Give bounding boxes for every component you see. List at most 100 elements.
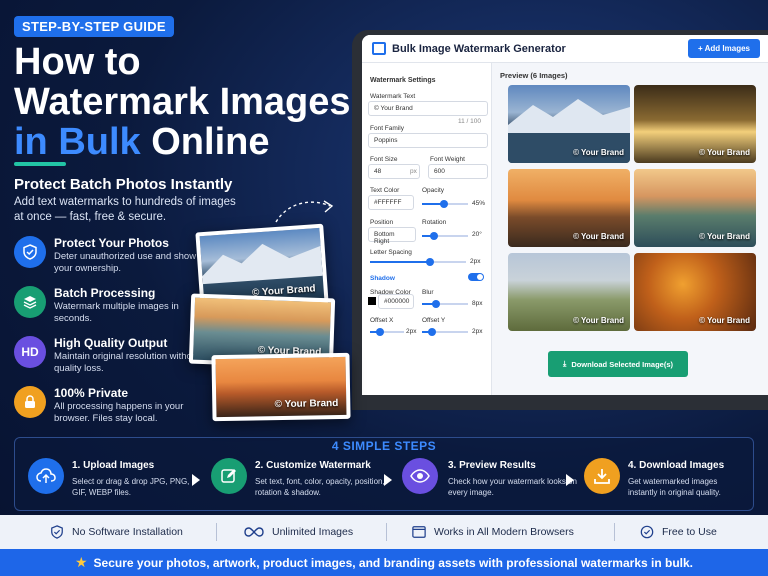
blur-value: 8px xyxy=(472,300,483,307)
feature-quality: HD High Quality Output Maintain original… xyxy=(14,336,214,376)
watermark-text-input[interactable]: © Your Brand xyxy=(368,101,488,116)
benefit-label: Free to Use xyxy=(662,526,717,538)
curved-arrow-icon xyxy=(275,200,334,223)
feature-title: Batch Processing xyxy=(54,286,156,300)
guide-badge: STEP-BY-STEP GUIDE xyxy=(14,16,174,37)
step-desc: Set text, font, color, opacity, position… xyxy=(255,477,385,497)
font-family-label: Font Family xyxy=(370,125,404,132)
rotation-value: 20° xyxy=(472,231,482,238)
step-desc: Get watermarked images instantly in orig… xyxy=(628,477,721,497)
step-title: 1. Upload Images xyxy=(72,460,155,471)
opacity-label: Opacity xyxy=(422,187,445,194)
benefit-divider xyxy=(386,523,387,541)
letter-spacing-label: Letter Spacing xyxy=(370,249,412,256)
rotation-slider[interactable] xyxy=(422,232,468,240)
hero-title: How to Watermark Images in Bulk Online xyxy=(14,42,364,162)
steps-heading: 4 SIMPLE STEPS xyxy=(331,439,437,453)
font-size-unit: px xyxy=(410,168,417,175)
add-images-button[interactable]: + Add Images xyxy=(688,39,760,58)
feature-title: 100% Private xyxy=(54,386,129,400)
font-weight-label: Font Weight xyxy=(430,156,465,163)
step-arrow-icon xyxy=(192,474,200,486)
offset-y-slider[interactable] xyxy=(422,328,468,336)
step-title: 4. Download Images xyxy=(628,460,725,471)
footer-text: Secure your photos, artwork, product ima… xyxy=(93,555,694,570)
benefit-label: Unlimited Images xyxy=(272,526,354,538)
layers-icon xyxy=(14,286,46,318)
settings-title: Watermark Settings xyxy=(370,77,436,84)
hero-title-line2: Watermark Images xyxy=(14,81,351,123)
benefit-divider xyxy=(614,523,615,541)
blur-label: Blur xyxy=(422,289,434,296)
font-weight-select[interactable]: 600 xyxy=(428,164,488,179)
edit-icon xyxy=(211,458,247,494)
char-count: 11 / 100 xyxy=(458,118,482,125)
floating-watermark: © Your Brand xyxy=(274,398,339,411)
opacity-slider[interactable] xyxy=(422,200,468,208)
preview-title: Preview (6 Images) xyxy=(500,71,568,80)
feature-batch: Batch Processing Watermark multiple imag… xyxy=(14,286,214,326)
offset-x-label: Offset X xyxy=(370,317,394,324)
hero-title-line3: in Bulk Online xyxy=(14,122,364,162)
preview-watermark: © Your Brand xyxy=(699,232,750,241)
feature-desc: All processing happens in your browser. … xyxy=(54,401,184,424)
benefit-unlimited: Unlimited Images xyxy=(244,515,353,549)
lock-icon xyxy=(14,386,46,418)
shadow-color-input[interactable]: #000000 xyxy=(378,294,414,309)
step-desc: Select or drag & drop JPG, PNG, GIF, WEB… xyxy=(72,477,190,497)
download-selected-button[interactable]: ⤓ Download Selected Image(s) xyxy=(548,351,688,377)
cloud-upload-icon xyxy=(28,458,64,494)
benefit-label: No Software Installation xyxy=(72,526,183,538)
app-window: Bulk Image Watermark Generator + Add Ima… xyxy=(362,35,768,395)
shield-icon xyxy=(51,525,63,539)
letter-spacing-value: 2px xyxy=(470,258,481,265)
blur-slider[interactable] xyxy=(422,300,468,308)
footer-banner: ★ Secure your photos, artwork, product i… xyxy=(0,549,768,576)
text-color-input[interactable]: #FFFFFF xyxy=(368,195,414,210)
position-select[interactable]: Bottom Right xyxy=(368,227,416,245)
shadow-color-swatch[interactable] xyxy=(368,297,376,305)
app-header: Bulk Image Watermark Generator + Add Ima… xyxy=(362,35,768,63)
step-arrow-icon xyxy=(566,474,574,486)
shadow-toggle[interactable] xyxy=(468,273,484,281)
font-family-select[interactable]: Poppins xyxy=(368,133,488,148)
feature-desc: Maintain original resolution without qua… xyxy=(54,351,200,374)
offset-y-label: Offset Y xyxy=(422,317,446,324)
hd-icon: HD xyxy=(14,336,46,368)
offset-x-slider[interactable] xyxy=(370,328,404,336)
floating-photo-sunset: © Your Brand xyxy=(211,352,351,422)
app-title: Bulk Image Watermark Generator xyxy=(392,43,566,55)
preview-image-2[interactable]: © Your Brand xyxy=(634,85,756,163)
step-title: 3. Preview Results xyxy=(448,460,536,471)
preview-image-6[interactable]: © Your Brand xyxy=(634,253,756,331)
preview-watermark: © Your Brand xyxy=(573,148,624,157)
hero-title-blue: in Bulk xyxy=(14,121,141,163)
download-icon xyxy=(584,458,620,494)
offset-y-value: 2px xyxy=(472,328,483,335)
preview-image-5[interactable]: © Your Brand xyxy=(508,253,630,331)
feature-title: High Quality Output xyxy=(54,336,168,350)
benefit-no-install: No Software Installation xyxy=(50,515,183,549)
hero-underline xyxy=(14,162,66,166)
hero-title-line1: How to xyxy=(14,41,141,83)
shadow-label: Shadow xyxy=(370,275,395,282)
download-button-label: Download Selected Image(s) xyxy=(571,359,674,369)
opacity-value: 45% xyxy=(472,200,486,207)
position-label: Position xyxy=(370,219,394,226)
preview-image-4[interactable]: © Your Brand xyxy=(634,169,756,247)
benefits-bar: No Software Installation Unlimited Image… xyxy=(0,515,768,549)
hero-title-white: Online xyxy=(140,121,270,163)
star-icon: ★ xyxy=(74,554,88,570)
feature-desc: Deter unauthorized use and show your own… xyxy=(54,251,197,274)
letter-spacing-slider[interactable] xyxy=(370,258,466,266)
benefit-label: Works in All Modern Browsers xyxy=(434,526,574,538)
eye-icon xyxy=(402,458,438,494)
feature-title: Protect Your Photos xyxy=(54,236,169,250)
image-icon xyxy=(372,42,386,55)
preview-watermark: © Your Brand xyxy=(573,316,624,325)
preview-image-3[interactable]: © Your Brand xyxy=(508,169,630,247)
preview-image-1[interactable]: © Your Brand xyxy=(508,85,630,163)
feature-protect: Protect Your Photos Deter unauthorized u… xyxy=(14,236,214,276)
step-title: 2. Customize Watermark xyxy=(255,460,371,471)
preview-watermark: © Your Brand xyxy=(699,316,750,325)
